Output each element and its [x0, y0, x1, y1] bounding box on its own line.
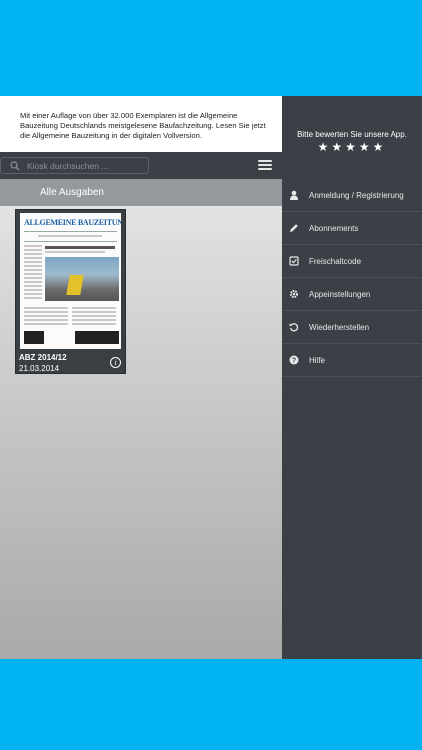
info-icon[interactable]: i: [110, 357, 121, 368]
rate-app-text: Bitte bewerten Sie unsere App.: [297, 130, 407, 139]
help-icon: ?: [289, 355, 299, 365]
menu-item-label: Wiederherstellen: [309, 323, 370, 332]
restore-icon: [289, 323, 299, 332]
pencil-icon: [290, 224, 298, 232]
menu-item-label: Appeinstellungen: [309, 290, 371, 299]
search-icon: [10, 161, 20, 171]
menu-item-anmeldung[interactable]: Anmeldung / Registrierung: [282, 179, 422, 212]
checkbox-icon: [289, 256, 299, 266]
search-input[interactable]: Kiosk durchsuchen ...: [0, 157, 149, 174]
app-screen: Mit einer Auflage von über 32.000 Exempl…: [0, 96, 422, 659]
menu-item-wiederherstellen[interactable]: Wiederherstellen: [282, 311, 422, 344]
issue-date: 21.03.2014: [19, 364, 60, 373]
menu-item-hilfe[interactable]: ? Hilfe: [282, 344, 422, 377]
issue-card[interactable]: ALLGEMEINE BAUZEITUNG ABZ 2014/12 21.03.…: [15, 209, 126, 374]
hamburger-menu-icon[interactable]: [258, 158, 272, 172]
menu-item-appeinstellungen[interactable]: Appeinstellungen: [282, 278, 422, 311]
app-description: Mit einer Auflage von über 32.000 Exempl…: [0, 96, 282, 152]
issue-name: ABZ 2014/12: [19, 353, 67, 362]
kiosk-toolbar: Kiosk durchsuchen ...: [0, 152, 282, 179]
menu-item-label: Anmeldung / Registrierung: [309, 191, 404, 200]
menu-item-label: Freischaltcode: [309, 257, 362, 266]
top-background: [0, 0, 422, 96]
kiosk-main-panel: Mit einer Auflage von über 32.000 Exempl…: [0, 96, 282, 659]
section-title: Alle Ausgaben: [40, 187, 104, 198]
issue-cover-image[interactable]: ALLGEMEINE BAUZEITUNG: [20, 213, 121, 349]
menu-item-label: Hilfe: [309, 356, 326, 365]
user-icon: [290, 190, 298, 200]
rating-stars[interactable]: ★★★★★: [282, 140, 422, 154]
side-menu: Bitte bewerten Sie unsere App. ★★★★★ Anm…: [282, 96, 422, 659]
svg-text:?: ?: [292, 358, 296, 365]
search-placeholder: Kiosk durchsuchen ...: [27, 160, 109, 171]
menu-item-label: Abonnements: [309, 224, 359, 233]
cover-masthead: ALLGEMEINE BAUZEITUNG: [24, 218, 121, 227]
section-header: Alle Ausgaben: [0, 179, 282, 206]
side-menu-list: Anmeldung / Registrierung Abonnements Fr…: [282, 179, 422, 377]
gear-icon: [290, 290, 298, 298]
menu-item-freischaltcode[interactable]: Freischaltcode: [282, 245, 422, 278]
menu-item-abonnements[interactable]: Abonnements: [282, 212, 422, 245]
bottom-background: [0, 659, 422, 750]
